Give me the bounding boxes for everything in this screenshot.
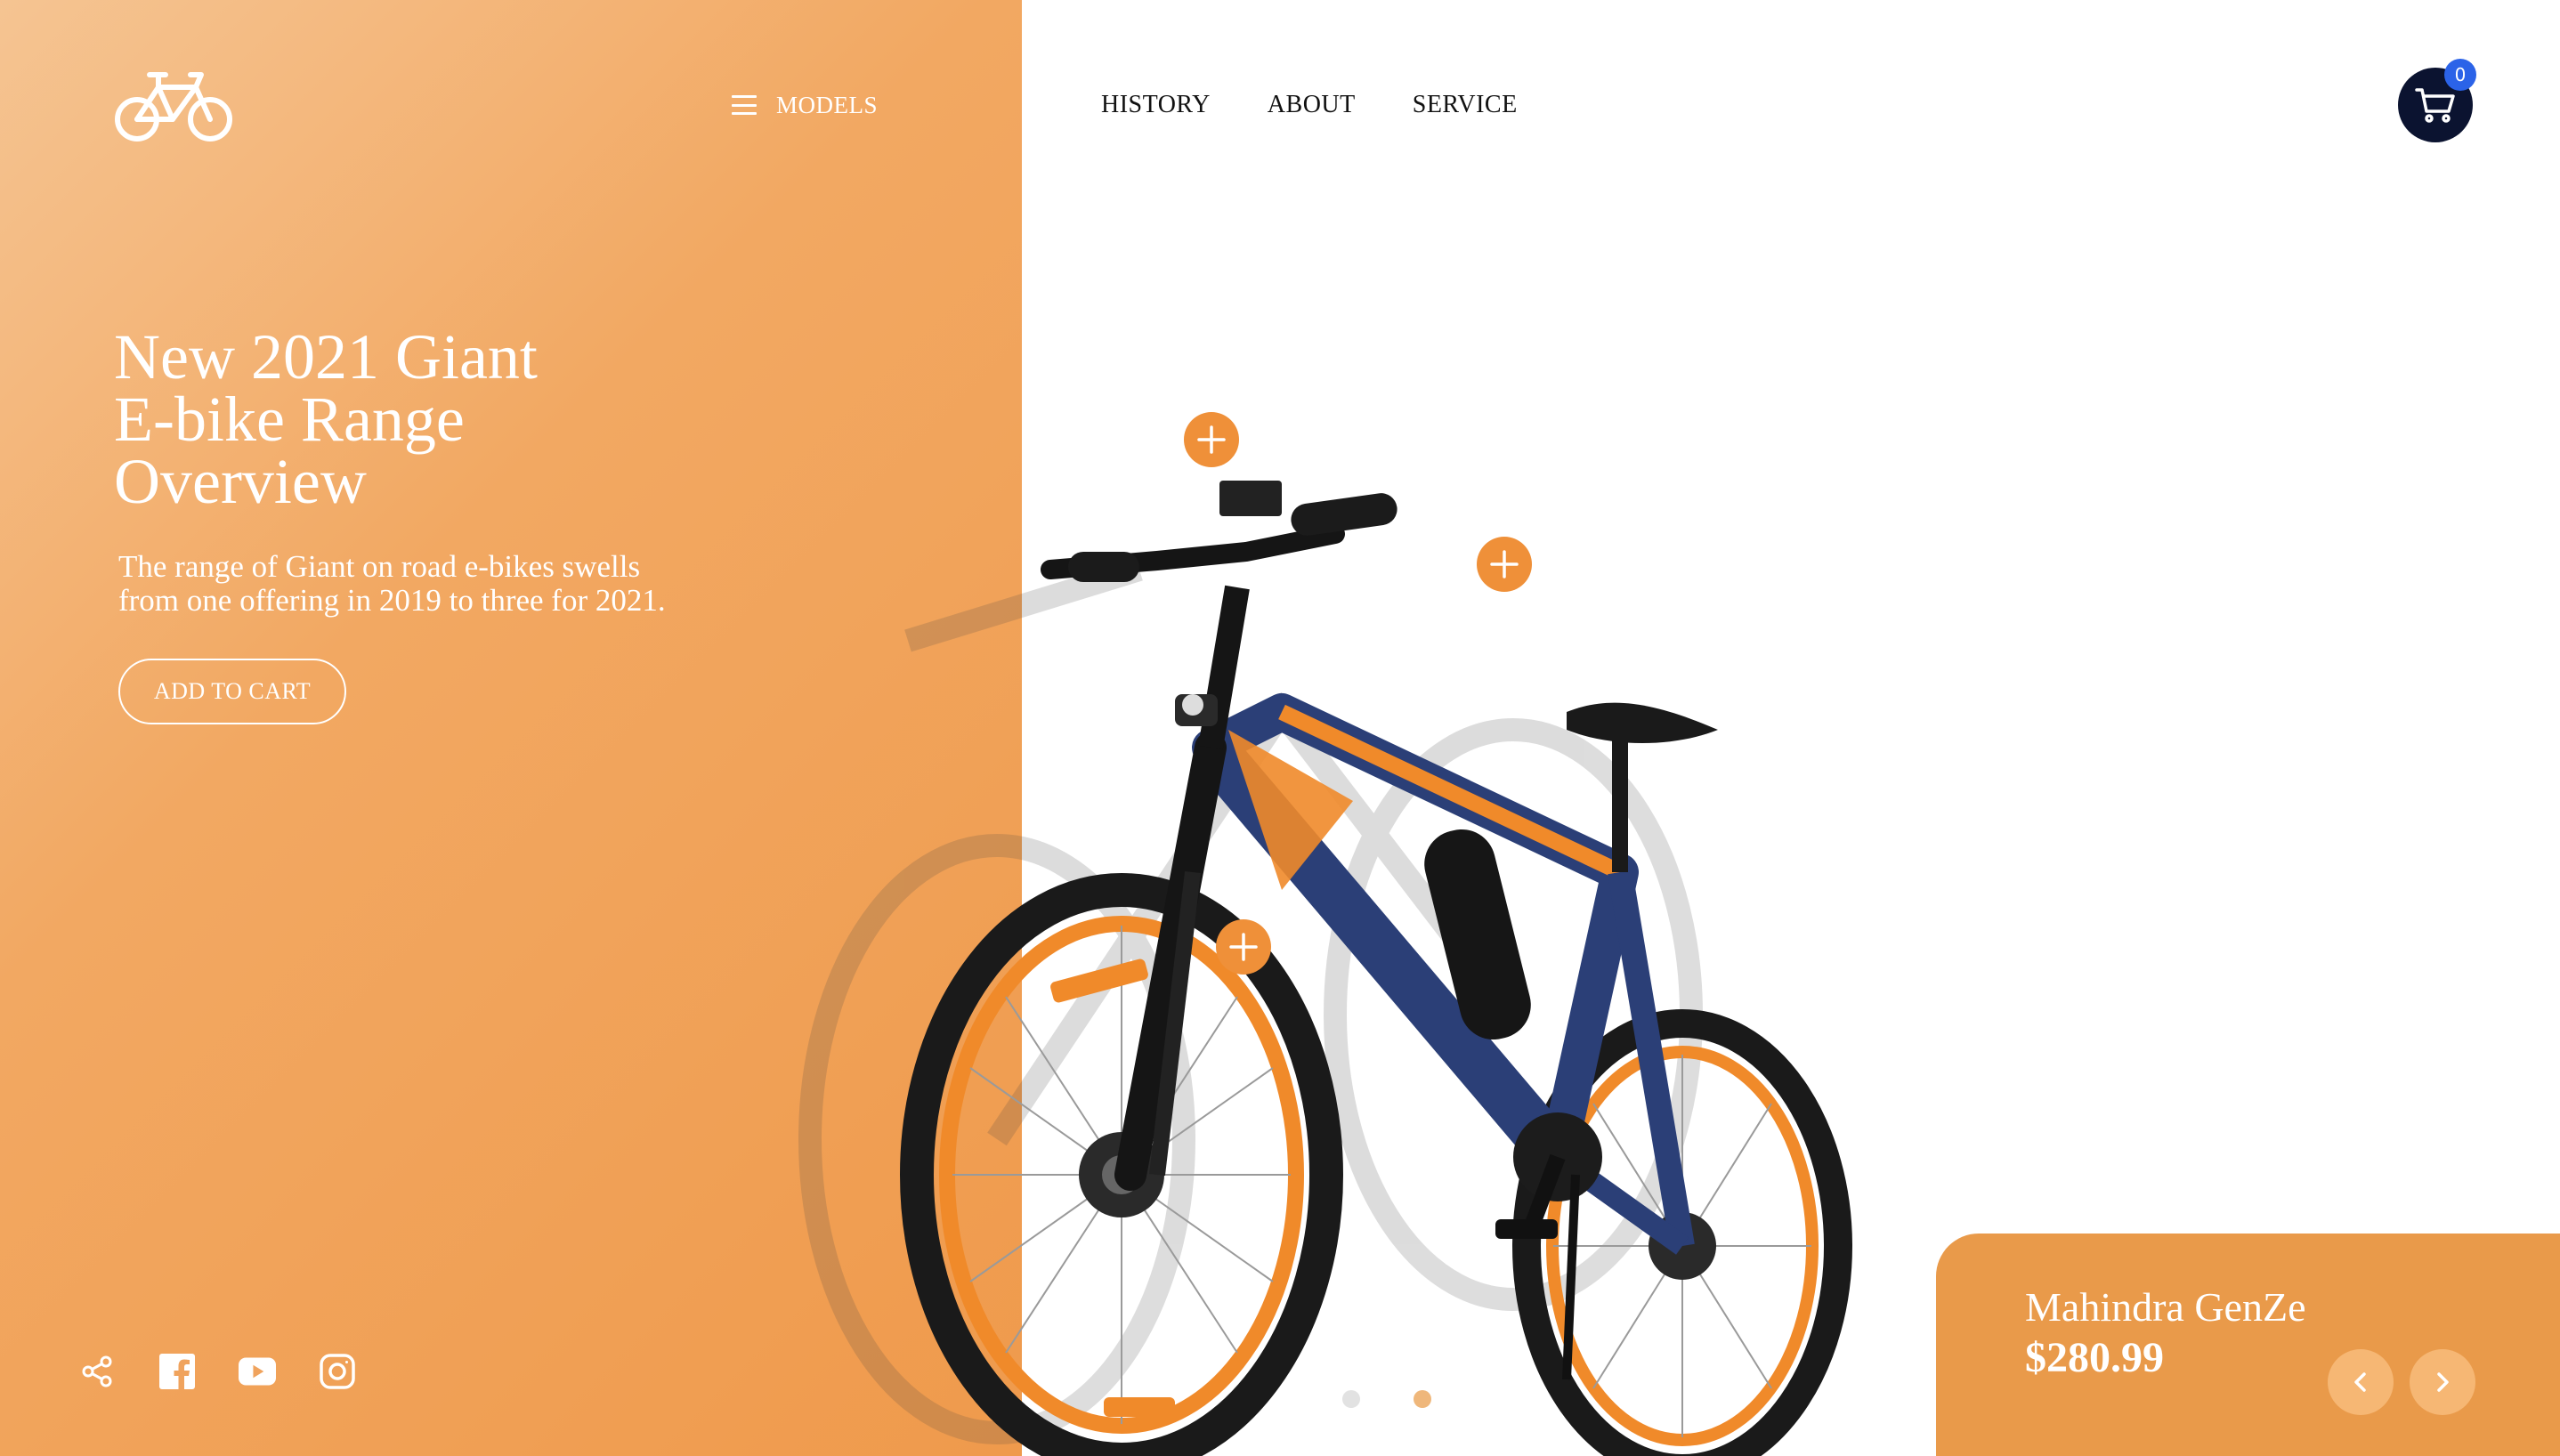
product-card: Mahindra GenZe $280.99 <box>1936 1234 2560 1456</box>
nav-link-about[interactable]: ABOUT <box>1268 91 1356 119</box>
plus-icon <box>1229 933 1258 961</box>
chevron-left-icon <box>2354 1372 2366 1392</box>
models-label: MODELS <box>776 91 879 118</box>
slider-dot[interactable] <box>1342 1390 1360 1408</box>
feature-hotspot-handlebar[interactable] <box>1184 412 1239 467</box>
facebook-icon[interactable] <box>158 1353 196 1390</box>
hero-subtitle-line: from one offering in 2019 to three for 2… <box>118 583 666 618</box>
previous-button[interactable] <box>2328 1349 2394 1415</box>
next-button[interactable] <box>2410 1349 2475 1415</box>
chevron-right-icon <box>2437 1372 2449 1392</box>
cart-count-badge: 0 <box>2444 59 2476 91</box>
nav-link-history[interactable]: HISTORY <box>1101 91 1211 119</box>
youtube-icon[interactable] <box>239 1353 276 1390</box>
hero-subtitle: The range of Giant on road e-bikes swell… <box>118 550 795 618</box>
plus-icon <box>1490 550 1519 578</box>
plus-icon <box>1197 425 1226 454</box>
feature-hotspot-display[interactable] <box>1477 537 1532 592</box>
feature-hotspot-fork[interactable] <box>1216 919 1271 975</box>
models-menu-button[interactable]: MODELS <box>732 87 878 123</box>
cart-icon <box>2415 88 2455 123</box>
slider-dots <box>1342 1390 1431 1408</box>
slider-dot-active[interactable] <box>1414 1390 1431 1408</box>
hero-subtitle-line: The range of Giant on road e-bikes swell… <box>118 549 641 584</box>
hero-title-line: E-bike Range <box>114 384 465 455</box>
hero-title-line: New 2021 Giant <box>114 321 538 392</box>
add-to-cart-button[interactable]: ADD TO CART <box>118 659 346 724</box>
bicycle-logo-icon[interactable] <box>114 66 233 146</box>
share-icon[interactable] <box>78 1353 116 1390</box>
hamburger-icon <box>732 95 757 115</box>
hero-title: New 2021 Giant E-bike Range Overview <box>114 321 737 517</box>
instagram-icon[interactable] <box>319 1353 356 1390</box>
top-navigation: HISTORY ABOUT SERVICE <box>1101 87 1518 123</box>
hero-title-line: Overview <box>114 446 367 517</box>
product-price: $280.99 <box>2025 1334 2164 1381</box>
product-bike-image <box>712 392 1958 1456</box>
product-name: Mahindra GenZe <box>2025 1284 2306 1330</box>
social-links <box>78 1353 356 1390</box>
nav-link-service[interactable]: SERVICE <box>1413 91 1518 119</box>
